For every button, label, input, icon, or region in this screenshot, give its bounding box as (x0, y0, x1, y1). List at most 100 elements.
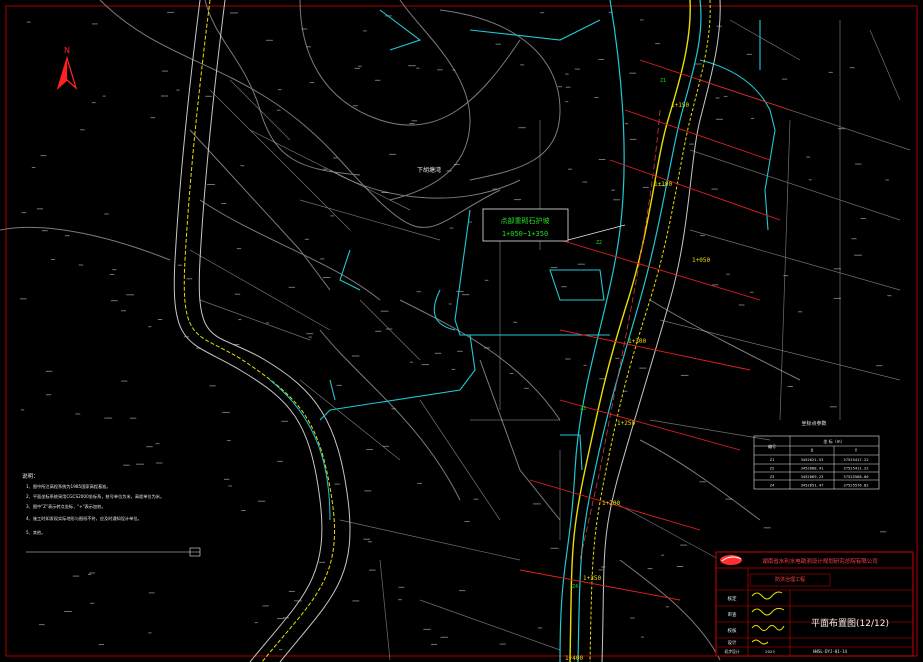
coord-table-cell: 37525417.22 (843, 457, 868, 462)
north-label: N (64, 46, 70, 55)
row-label-3: 校核 (728, 627, 737, 634)
spot-height-mark (565, 101, 569, 103)
cad-drawing-canvas[interactable]: 1+050 1+100 1+150 1+200 1+250 1+300 1+350 1+400… (0, 0, 923, 662)
spot-height-mark (110, 300, 118, 302)
spot-height-mark (363, 538, 371, 540)
spot-height-mark (80, 129, 85, 131)
spot-height-mark (398, 586, 405, 588)
spot-height-mark (51, 259, 55, 260)
notes-item-5: 5、其他。 (26, 529, 45, 536)
spot-height-mark (223, 478, 230, 480)
spot-height-mark (750, 118, 755, 119)
spot-height-mark (228, 485, 232, 487)
spot-height-mark (91, 102, 96, 104)
coord-table-cell: Z2 (770, 466, 775, 471)
spot-height-mark (276, 109, 281, 111)
spot-height-mark (64, 611, 72, 612)
station-label: 1+250 (617, 420, 635, 427)
spot-height-mark (808, 179, 812, 181)
spot-height-mark (277, 618, 284, 620)
row-label-4: 设计 (728, 639, 737, 646)
notes-item-3: 3、图中"Z"表示转点坐标，"+"表示加桩。 (26, 503, 106, 510)
spot-height-mark (411, 120, 417, 122)
spot-height-mark (738, 304, 745, 306)
spot-height-mark (781, 78, 788, 80)
spot-height-mark (437, 69, 443, 71)
spot-height-mark (464, 521, 470, 522)
spot-height-mark (532, 503, 541, 505)
spot-height-mark (109, 274, 115, 275)
spot-height-mark (257, 500, 266, 502)
spot-height-mark (375, 79, 381, 81)
spot-height-mark (462, 294, 470, 296)
spot-height-mark (20, 409, 25, 411)
spot-height-mark (577, 263, 585, 265)
spot-height-mark (583, 364, 587, 366)
spot-height-mark (186, 278, 193, 280)
spot-height-mark (121, 380, 128, 382)
spot-height-mark (364, 490, 372, 492)
spot-height-mark (351, 355, 360, 357)
spot-height-mark (849, 67, 855, 69)
spot-height-mark (277, 460, 283, 462)
spot-height-mark (700, 235, 705, 237)
spot-height-mark (520, 64, 524, 66)
spot-height-mark (308, 336, 312, 338)
spot-height-mark (641, 636, 644, 638)
spot-height-mark (630, 617, 635, 619)
spot-height-mark (155, 443, 160, 445)
spot-height-mark (473, 498, 479, 500)
spot-height-mark (492, 188, 498, 190)
spot-height-mark (430, 643, 438, 645)
spot-height-mark (524, 387, 529, 389)
spot-height-mark (680, 374, 689, 376)
spot-height-mark (624, 390, 628, 392)
spot-height-mark (64, 235, 70, 237)
spot-height-mark (565, 86, 571, 88)
spot-height-mark (75, 413, 81, 415)
turning-point-label: Z4 (572, 584, 578, 590)
spot-height-mark (550, 267, 558, 269)
spot-height-mark (499, 643, 506, 645)
spot-height-mark (126, 294, 135, 296)
spot-height-mark (254, 622, 258, 624)
spot-height-mark (689, 143, 694, 145)
notes-item-2: 2、平面坐标系统采用CGCS2000坐标系，桩号单位为米，高程单位为米。 (26, 493, 164, 500)
spot-height-mark (828, 71, 833, 73)
spot-height-mark (167, 11, 175, 13)
spot-height-mark (550, 547, 559, 549)
spot-height-mark (798, 311, 803, 313)
row-label-2: 审查 (728, 611, 737, 618)
spot-height-mark (887, 295, 892, 297)
spot-height-mark (381, 192, 389, 193)
station-label: 1+050 (692, 257, 710, 264)
spot-height-mark (366, 449, 373, 450)
spot-height-mark (262, 605, 269, 607)
spot-height-mark (446, 170, 452, 172)
turning-point-label: Z1 (660, 78, 666, 84)
spot-height-mark (222, 411, 230, 413)
coord-table-cell: 37525588.00 (843, 474, 869, 479)
spot-height-mark (31, 167, 36, 168)
spot-height-mark (104, 213, 109, 215)
spot-height-mark (281, 420, 288, 422)
spot-height-mark (598, 59, 604, 60)
spot-height-mark (851, 238, 857, 240)
spot-height-mark (711, 188, 718, 190)
station-label: 1+400 (565, 655, 583, 662)
spot-height-mark (421, 364, 429, 366)
spot-height-mark (304, 238, 309, 240)
spot-height-mark (123, 464, 130, 466)
spot-height-mark (385, 328, 393, 330)
spot-height-mark (540, 12, 545, 14)
spot-height-mark (598, 159, 606, 160)
spot-height-mark (161, 95, 169, 97)
spot-height-mark (459, 590, 466, 592)
spot-height-mark (624, 123, 629, 125)
spot-height-mark (320, 258, 325, 260)
spot-height-mark (565, 73, 569, 75)
coord-header-group: 坐 标（m） (823, 438, 844, 444)
spot-height-mark (629, 138, 637, 140)
spot-height-mark (448, 303, 452, 305)
spot-height-mark (699, 481, 706, 483)
